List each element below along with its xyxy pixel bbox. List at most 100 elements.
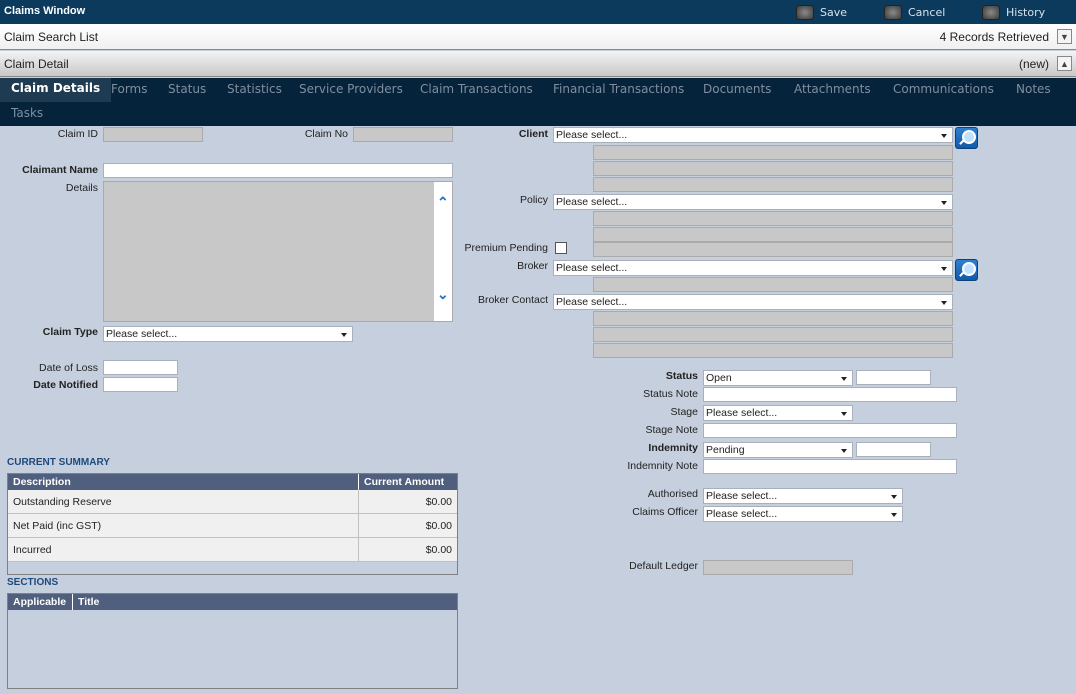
tab-service-providers[interactable]: Service Providers bbox=[299, 82, 403, 96]
tab-communications[interactable]: Communications bbox=[893, 82, 994, 96]
policy-info-3 bbox=[593, 242, 953, 257]
broker-contact-label: Broker Contact bbox=[477, 294, 548, 306]
date-notified-field[interactable] bbox=[103, 377, 178, 392]
client-select[interactable]: Please select... bbox=[553, 127, 953, 143]
row-description: Incurred bbox=[8, 538, 359, 561]
chevron-up-icon[interactable]: ▲ bbox=[1057, 56, 1072, 71]
claim-search-list-bar[interactable]: Claim Search List 4 Records Retrieved ▼ bbox=[0, 24, 1076, 50]
column-description: Description bbox=[8, 474, 359, 490]
default-ledger-label: Default Ledger bbox=[629, 560, 698, 572]
status-note-label: Status Note bbox=[643, 388, 698, 400]
client-search-icon[interactable] bbox=[955, 127, 978, 149]
premium-pending-checkbox[interactable] bbox=[555, 242, 567, 254]
details-label: Details bbox=[65, 182, 98, 194]
tab-forms[interactable]: Forms bbox=[111, 82, 147, 96]
tab-statistics[interactable]: Statistics bbox=[227, 82, 282, 96]
status-select[interactable]: Open bbox=[703, 370, 853, 386]
cancel-icon bbox=[884, 4, 902, 20]
indemnity-note-label: Indemnity Note bbox=[627, 460, 698, 472]
save-label: Save bbox=[820, 5, 848, 19]
table-header: Applicable Title bbox=[8, 594, 457, 610]
tab-financial-transactions[interactable]: Financial Transactions bbox=[553, 82, 684, 96]
tab-claim-details[interactable]: Claim Details bbox=[0, 78, 112, 102]
current-summary-heading: CURRENT SUMMARY bbox=[7, 457, 110, 468]
row-description: Net Paid (inc GST) bbox=[8, 514, 359, 537]
claim-type-select[interactable]: Please select... bbox=[103, 326, 353, 342]
claims-officer-select[interactable]: Please select... bbox=[703, 506, 903, 522]
sections-table: Applicable Title bbox=[7, 593, 458, 689]
status-date-field[interactable] bbox=[856, 370, 931, 385]
row-description: Outstanding Reserve bbox=[8, 490, 359, 513]
date-notified-label: Date Notified bbox=[33, 379, 98, 391]
indemnity-label: Indemnity bbox=[648, 442, 698, 454]
broker-info bbox=[593, 277, 953, 292]
status-label: Status bbox=[665, 370, 698, 382]
claim-no-field bbox=[353, 127, 453, 142]
broker-contact-select[interactable]: Please select... bbox=[553, 294, 953, 310]
save-icon bbox=[796, 4, 814, 20]
claim-id-field bbox=[103, 127, 203, 142]
status-note-field[interactable] bbox=[703, 387, 957, 402]
stage-select[interactable]: Please select... bbox=[703, 405, 853, 421]
chevron-down-icon[interactable]: ▼ bbox=[1057, 29, 1072, 44]
column-current-amount: Current Amount bbox=[364, 476, 445, 488]
tab-claim-transactions[interactable]: Claim Transactions bbox=[420, 82, 533, 96]
claim-type-label: Claim Type bbox=[42, 326, 98, 338]
policy-info-2 bbox=[593, 227, 953, 242]
details-scrollbar[interactable]: ⌃ ⌄ bbox=[434, 182, 452, 321]
tab-tasks[interactable]: Tasks bbox=[11, 106, 43, 120]
details-textarea[interactable]: ⌃ ⌄ bbox=[103, 181, 453, 322]
history-button[interactable]: History bbox=[982, 3, 1045, 21]
policy-select[interactable]: Please select... bbox=[553, 194, 953, 210]
history-label: History bbox=[1006, 5, 1046, 19]
indemnity-date-field[interactable] bbox=[856, 442, 931, 457]
broker-contact-info-3 bbox=[593, 343, 953, 358]
history-icon bbox=[982, 4, 1000, 20]
records-count: 4 Records Retrieved bbox=[939, 29, 1049, 44]
broker-contact-info-2 bbox=[593, 327, 953, 342]
client-label: Client bbox=[518, 128, 548, 140]
claim-id-label: Claim ID bbox=[57, 128, 98, 140]
tab-status[interactable]: Status bbox=[168, 82, 206, 96]
claimant-name-field[interactable] bbox=[103, 163, 453, 178]
row-amount: $0.00 bbox=[425, 495, 452, 508]
record-state: (new) bbox=[1018, 56, 1049, 71]
broker-label: Broker bbox=[517, 260, 548, 272]
sections-heading: SECTIONS bbox=[7, 577, 59, 588]
premium-pending-label: Premium Pending bbox=[464, 242, 548, 254]
client-info-3 bbox=[593, 177, 953, 192]
default-ledger-field bbox=[703, 560, 853, 575]
claims-officer-label: Claims Officer bbox=[632, 506, 698, 518]
client-info-1 bbox=[593, 145, 953, 160]
scroll-up-icon[interactable]: ⌃ bbox=[437, 194, 449, 211]
table-row: Incurred $0.00 bbox=[8, 538, 457, 562]
column-applicable: Applicable bbox=[8, 594, 73, 610]
claimant-name-label: Claimant Name bbox=[22, 164, 98, 176]
cancel-button[interactable]: Cancel bbox=[884, 3, 945, 21]
stage-note-label: Stage Note bbox=[645, 424, 698, 436]
indemnity-select[interactable]: Pending bbox=[703, 442, 853, 458]
broker-search-icon[interactable] bbox=[955, 259, 978, 281]
stage-note-field[interactable] bbox=[703, 423, 957, 438]
window-title: Claims Window bbox=[4, 5, 86, 17]
claim-detail-bar[interactable]: Claim Detail (new) ▲ bbox=[0, 51, 1076, 77]
row-amount: $0.00 bbox=[425, 543, 452, 556]
tab-notes[interactable]: Notes bbox=[1016, 82, 1051, 96]
current-summary-table: Description Current Amount Outstanding Re… bbox=[7, 473, 458, 575]
broker-select[interactable]: Please select... bbox=[553, 260, 953, 276]
indemnity-note-field[interactable] bbox=[703, 459, 957, 474]
date-of-loss-field[interactable] bbox=[103, 360, 178, 375]
column-title: Title bbox=[78, 596, 100, 608]
scroll-down-icon[interactable]: ⌄ bbox=[437, 286, 449, 303]
policy-label: Policy bbox=[519, 194, 548, 206]
title-bar: Claims Window Save Cancel History bbox=[0, 0, 1076, 24]
save-button[interactable]: Save bbox=[796, 3, 847, 21]
table-header: Description Current Amount bbox=[8, 474, 457, 490]
authorised-select[interactable]: Please select... bbox=[703, 488, 903, 504]
policy-info-1 bbox=[593, 211, 953, 226]
table-row: Outstanding Reserve $0.00 bbox=[8, 490, 457, 514]
tab-attachments[interactable]: Attachments bbox=[794, 82, 871, 96]
table-row: Net Paid (inc GST) $0.00 bbox=[8, 514, 457, 538]
tab-documents[interactable]: Documents bbox=[703, 82, 771, 96]
claim-detail-title: Claim Detail bbox=[4, 56, 69, 71]
